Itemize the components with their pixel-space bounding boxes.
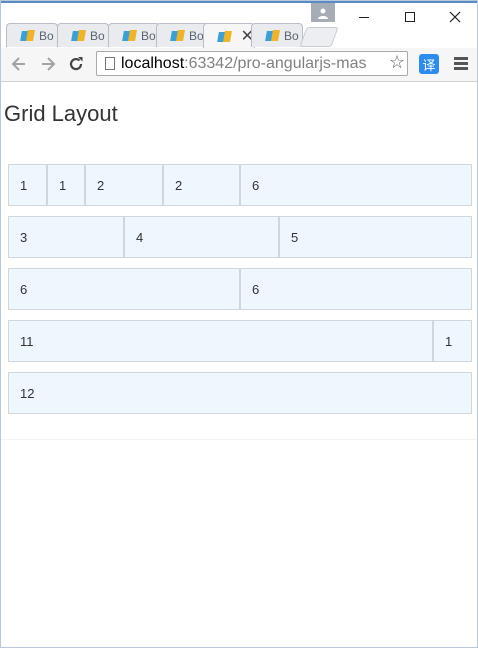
grid-cell: 1 [433, 320, 472, 362]
maximize-button[interactable] [387, 5, 433, 29]
minimize-button[interactable] [341, 5, 387, 29]
browser-window: Bo Bo Bo Bo ✕ Bo localhost:63342/pro-ang… [0, 0, 478, 648]
bootstrap-favicon-icon [123, 30, 137, 42]
back-arrow-icon [11, 57, 25, 71]
profile-icon[interactable] [311, 3, 335, 22]
grid-row: 11 1 [8, 320, 472, 362]
grid-cell: 11 [8, 320, 433, 362]
grid-cell: 3 [8, 216, 124, 258]
tab-title: Bo [284, 28, 299, 43]
bootstrap-favicon-icon [72, 30, 86, 42]
browser-tab[interactable]: Bo [251, 23, 303, 47]
back-button[interactable] [8, 53, 30, 75]
address-bar[interactable]: localhost:63342/pro-angularjs-mas ☆ [96, 51, 408, 76]
bootstrap-favicon-icon [266, 30, 280, 42]
browser-tab[interactable]: Bo [108, 23, 160, 47]
menu-icon[interactable] [452, 55, 470, 73]
grid-cell: 5 [279, 216, 472, 258]
browser-toolbar: localhost:63342/pro-angularjs-mas ☆ 译 [1, 48, 477, 82]
reload-button[interactable] [65, 53, 87, 75]
grid-cell: 6 [240, 268, 472, 310]
tab-title: Bo [90, 28, 105, 43]
grid-row: 3 4 5 [8, 216, 472, 258]
grid-row: 6 6 [8, 268, 472, 310]
person-icon [318, 8, 328, 19]
page-icon [105, 57, 115, 70]
tab-title: Bo [189, 28, 204, 43]
new-tab-button[interactable] [299, 27, 339, 47]
title-bar: Bo Bo Bo Bo ✕ Bo [1, 3, 477, 49]
browser-tab[interactable]: Bo [156, 23, 208, 47]
bootstrap-favicon-icon [218, 31, 229, 43]
translate-icon[interactable]: 译 [419, 54, 439, 74]
grid-cell: 12 [8, 372, 472, 414]
forward-arrow-icon [42, 57, 56, 71]
maximize-icon [405, 12, 415, 22]
browser-tab[interactable]: Bo [57, 23, 109, 47]
browser-tab-active[interactable]: ✕ [203, 23, 255, 49]
minimize-icon [359, 17, 369, 18]
browser-tab[interactable]: Bo [6, 23, 58, 47]
bootstrap-favicon-icon [21, 30, 35, 42]
forward-button[interactable] [37, 53, 59, 75]
grid-cell: 2 [85, 164, 163, 206]
reload-icon [69, 57, 83, 71]
page-content: Grid Layout 1 1 2 2 6 3 4 5 6 6 11 1 12 [1, 82, 477, 647]
bootstrap-favicon-icon [171, 30, 185, 42]
tab-title: Bo [141, 28, 156, 43]
grid-cell: 1 [8, 164, 47, 206]
grid-cell: 2 [163, 164, 240, 206]
page-title: Grid Layout [4, 101, 118, 126]
content-divider [1, 439, 477, 440]
grid-row: 12 [8, 372, 472, 414]
grid-cell: 6 [240, 164, 472, 206]
grid-cell: 4 [124, 216, 279, 258]
close-icon [449, 11, 461, 23]
grid-cell: 1 [47, 164, 85, 206]
close-window-button[interactable] [432, 5, 477, 29]
address-url: localhost:63342/pro-angularjs-mas [121, 54, 367, 72]
grid-row: 1 1 2 2 6 [8, 164, 472, 206]
bookmark-star-icon[interactable]: ☆ [386, 52, 405, 73]
grid-cell: 6 [8, 268, 240, 310]
tab-title: Bo [39, 28, 54, 43]
